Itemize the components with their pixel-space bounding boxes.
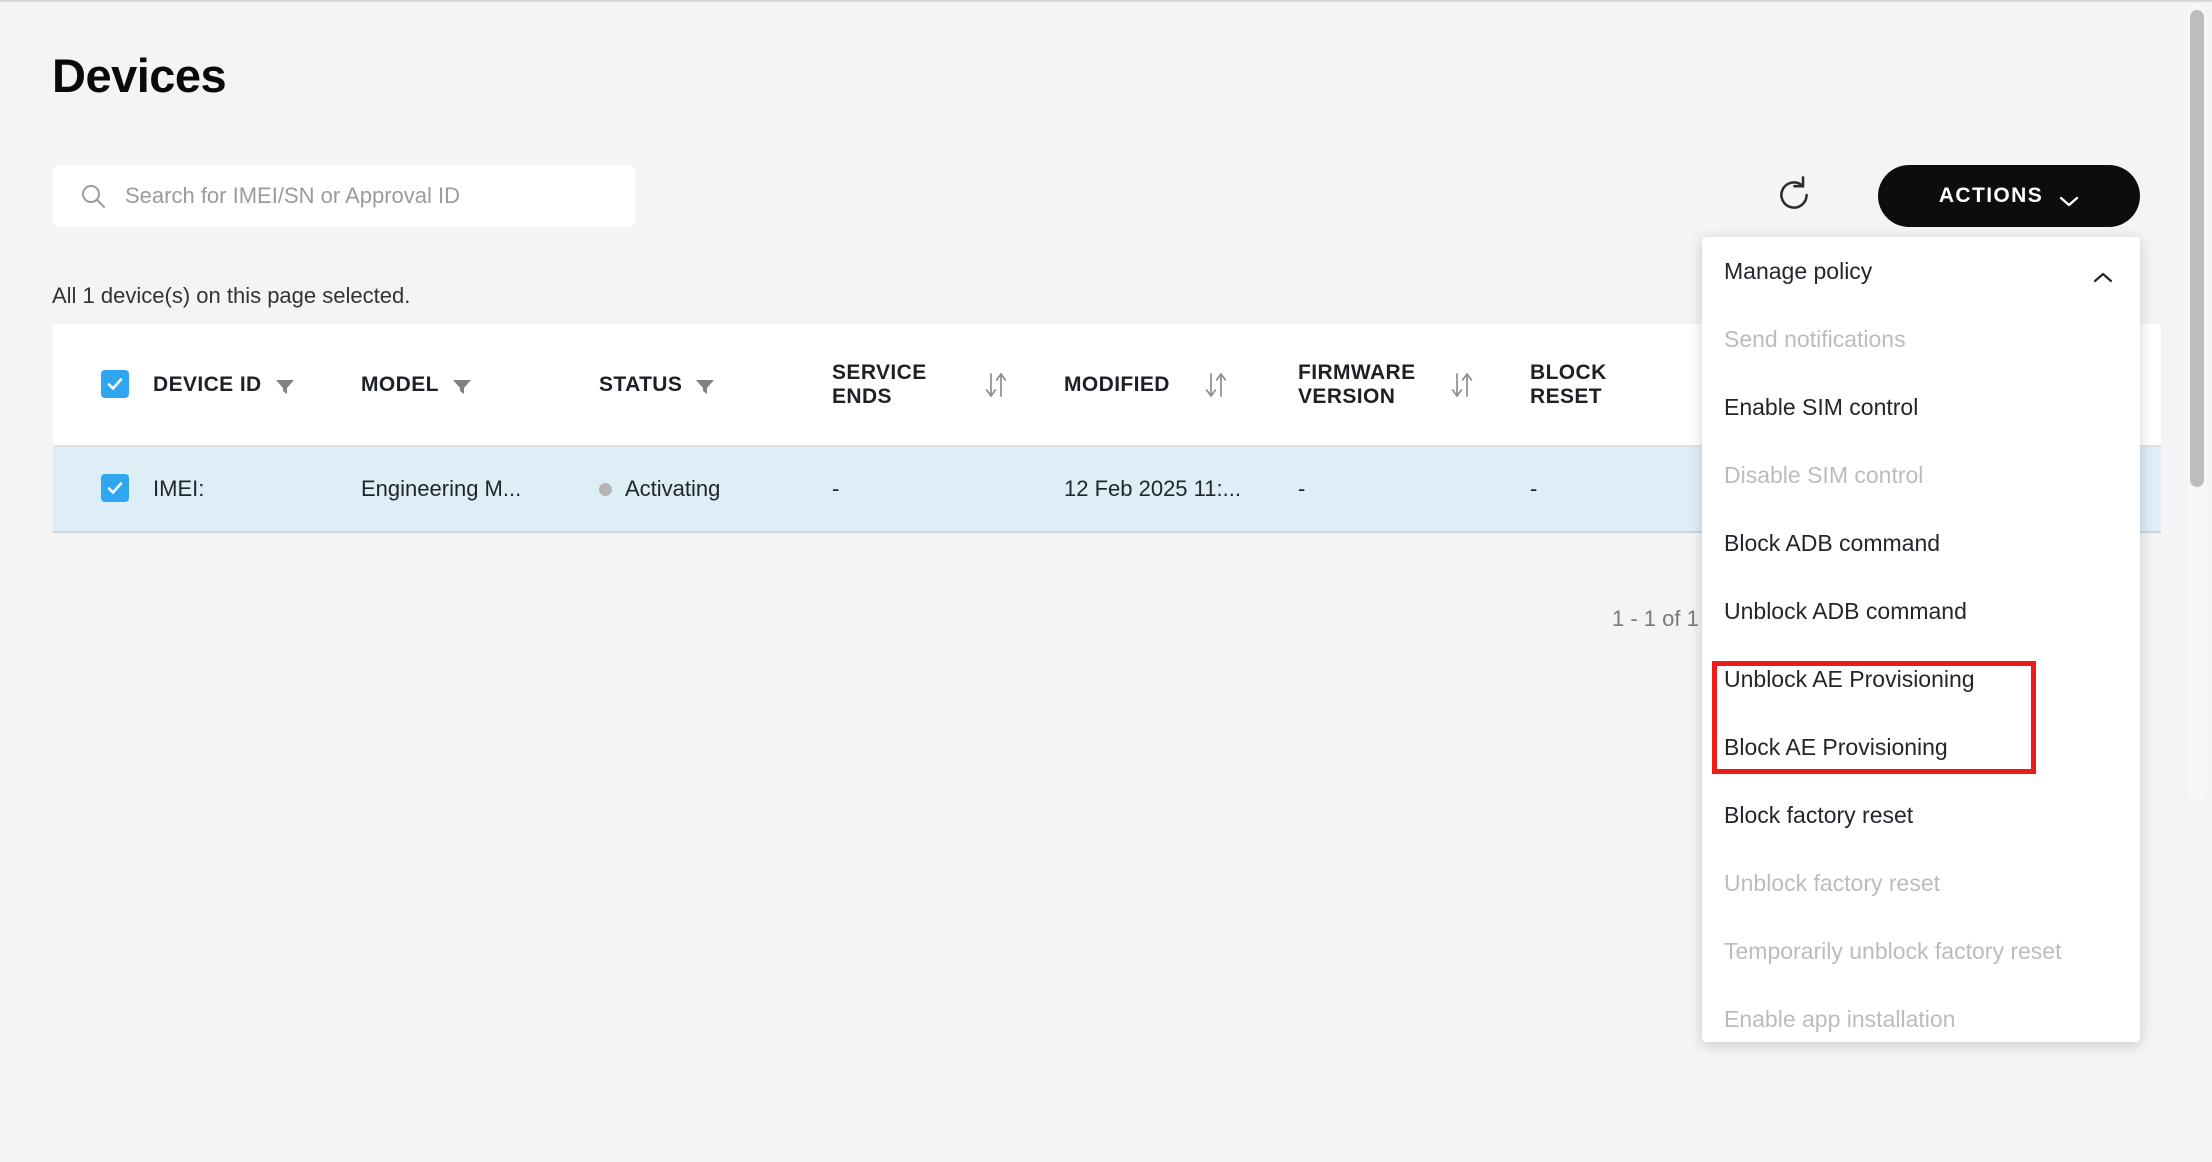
column-label: MODIFIED	[1064, 372, 1170, 396]
column-label: SERVICE ENDS	[832, 360, 927, 408]
chevron-up-icon	[2092, 264, 2114, 283]
column-header-firmware-version[interactable]: FIRMWARE VERSION	[1298, 324, 1530, 447]
menu-item-unblock-ae-provisioning[interactable]: Unblock AE Provisioning	[1702, 645, 2140, 713]
menu-item-label: Disable SIM control	[1724, 461, 1924, 488]
menu-item-label: Unblock AE Provisioning	[1724, 665, 1975, 692]
actions-dropdown-menu[interactable]: Manage policy Send notifications Enable SI…	[1702, 237, 2140, 1042]
column-header-model[interactable]: MODEL	[361, 324, 599, 447]
column-header-modified[interactable]: MODIFIED	[1064, 324, 1298, 447]
menu-item-label: Send notifications	[1724, 325, 1906, 352]
cell-status: Activating	[599, 446, 832, 533]
cell-firmware-version: -	[1298, 446, 1530, 533]
cell-model: Engineering M...	[361, 446, 599, 533]
menu-item-label: Block ADB command	[1724, 529, 1941, 556]
menu-item-unblock-factory-reset: Unblock factory reset	[1702, 849, 2140, 917]
refresh-button[interactable]	[1764, 166, 1824, 226]
select-all-header	[53, 324, 153, 447]
chevron-down-icon	[2059, 190, 2079, 206]
page-title: Devices	[52, 49, 227, 102]
filter-icon[interactable]	[275, 377, 294, 394]
menu-item-label: Enable app installation	[1724, 1005, 1956, 1032]
menu-scrollbar-thumb[interactable]	[2190, 10, 2204, 487]
column-header-status[interactable]: STATUS	[599, 324, 832, 447]
pagination-label: 1 - 1 of 1	[1612, 606, 1699, 631]
column-label: DEVICE ID	[153, 372, 262, 396]
menu-item-disable-sim-control: Disable SIM control	[1702, 441, 2140, 509]
status-dot-icon	[599, 482, 612, 496]
menu-item-manage-policy[interactable]: Manage policy	[1702, 237, 2140, 305]
actions-button[interactable]: ACTIONS	[1878, 165, 2140, 227]
search-icon	[80, 183, 106, 209]
sort-icon[interactable]	[1204, 370, 1228, 400]
cell-service-ends: -	[832, 446, 1064, 533]
menu-item-label: Unblock factory reset	[1724, 869, 1941, 896]
actions-button-label: ACTIONS	[1938, 184, 2044, 207]
menu-item-label: Temporarily unblock factory reset	[1724, 937, 2062, 964]
filter-icon[interactable]	[452, 377, 471, 394]
menu-item-send-notifications: Send notifications	[1702, 305, 2140, 373]
column-header-service-ends[interactable]: SERVICE ENDS	[832, 324, 1064, 447]
selection-note: All 1 device(s) on this page selected.	[52, 283, 411, 308]
row-checkbox[interactable]	[101, 474, 129, 502]
menu-item-unblock-adb-command[interactable]: Unblock ADB command	[1702, 577, 2140, 645]
menu-item-block-ae-provisioning[interactable]: Block AE Provisioning	[1702, 713, 2140, 781]
refresh-icon	[1773, 174, 1815, 219]
sort-icon[interactable]	[1450, 370, 1474, 400]
column-header-device-id[interactable]: DEVICE ID	[153, 324, 361, 447]
column-label: STATUS	[599, 372, 683, 396]
cell-modified: 12 Feb 2025 11:...	[1064, 446, 1298, 533]
column-label: FIRMWARE VERSION	[1298, 360, 1416, 408]
menu-item-label: Block factory reset	[1724, 801, 1914, 828]
menu-item-enable-app-installation: Enable app installation	[1702, 985, 2140, 1042]
filter-icon[interactable]	[696, 377, 715, 394]
menu-item-block-adb-command[interactable]: Block ADB command	[1702, 509, 2140, 577]
actions-menu-list: Manage policy Send notifications Enable SI…	[1702, 237, 2140, 1042]
menu-item-label: Block AE Provisioning	[1724, 733, 1948, 760]
search-input[interactable]	[125, 176, 605, 216]
row-select-cell	[53, 446, 153, 533]
menu-item-label: Manage policy	[1724, 257, 1873, 284]
menu-item-block-factory-reset[interactable]: Block factory reset	[1702, 781, 2140, 849]
column-label: MODEL	[361, 372, 439, 396]
cell-device-id: IMEI:	[153, 446, 361, 533]
column-label: BLOCK RESET	[1530, 360, 1607, 408]
menu-item-enable-sim-control[interactable]: Enable SIM control	[1702, 373, 2140, 441]
menu-item-label: Enable SIM control	[1724, 393, 1919, 420]
status-label: Activating	[625, 476, 721, 501]
search-box[interactable]	[53, 165, 635, 227]
menu-item-label: Unblock ADB command	[1724, 597, 1967, 624]
menu-item-temporarily-unblock-factory-reset: Temporarily unblock factory reset	[1702, 917, 2140, 985]
sort-icon[interactable]	[984, 370, 1008, 400]
top-divider	[0, 0, 2212, 2]
select-all-checkbox[interactable]	[101, 369, 129, 398]
